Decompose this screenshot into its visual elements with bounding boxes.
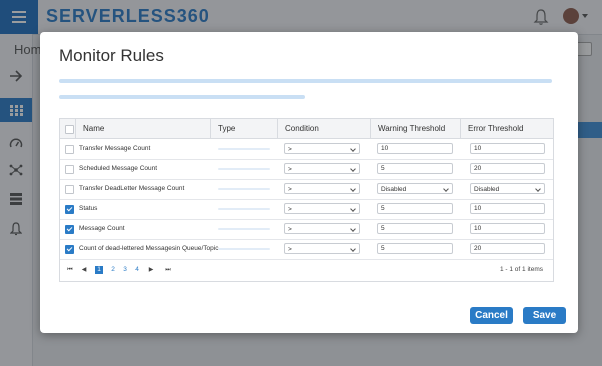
warning-threshold-value: 5: [381, 205, 385, 212]
rule-name: Scheduled Message Count: [79, 165, 158, 172]
rule-type-placeholder: [218, 188, 270, 190]
first-page-button[interactable]: ⏮: [66, 266, 74, 274]
column-header-name[interactable]: Name: [75, 119, 209, 138]
table-row: Scheduled Message Count >5 20: [60, 159, 553, 180]
chevron-down-icon: [350, 146, 356, 152]
previous-page-button[interactable]: ◀: [80, 266, 88, 274]
table-row: Transfer Message Count >10 10: [60, 139, 553, 160]
warning-threshold-input[interactable]: 5: [377, 243, 453, 254]
warning-threshold-value: 10: [381, 145, 389, 152]
condition-select[interactable]: >: [284, 223, 360, 234]
monitor-rules-grid: Name Type Condition Warning Threshold Er…: [59, 118, 554, 282]
error-threshold-input[interactable]: 20: [470, 163, 545, 174]
row-select-checkbox[interactable]: [65, 145, 74, 154]
row-select-checkbox[interactable]: [65, 165, 74, 174]
condition-value: >: [288, 146, 292, 153]
condition-value: >: [288, 186, 292, 193]
rule-name: Count of dead-lettered Messagesin Queue/…: [79, 245, 219, 252]
warning-threshold-input[interactable]: 10: [377, 143, 453, 154]
chevron-down-icon: [443, 186, 449, 192]
cancel-button[interactable]: Cancel: [470, 307, 513, 324]
last-page-button[interactable]: ⏭: [164, 266, 172, 274]
warning-threshold-input[interactable]: 5: [377, 223, 453, 234]
column-header-warning-threshold[interactable]: Warning Threshold: [370, 119, 460, 138]
warning-threshold-select[interactable]: Disabled: [377, 183, 453, 194]
grid-header: Name Type Condition Warning Threshold Er…: [60, 119, 553, 139]
error-threshold-value: 10: [474, 225, 482, 232]
table-row: Count of dead-lettered Messagesin Queue/…: [60, 239, 553, 260]
rule-type-placeholder: [218, 148, 270, 150]
error-threshold-value: 10: [474, 145, 482, 152]
loading-placeholder-bar-short: [59, 95, 305, 99]
chevron-down-icon: [350, 206, 356, 212]
error-threshold-input[interactable]: 20: [470, 243, 545, 254]
table-row: Transfer DeadLetter Message Count > Disabl…: [60, 179, 553, 200]
warning-threshold-value: Disabled: [381, 186, 407, 193]
chevron-down-icon: [350, 166, 356, 172]
rule-type-placeholder: [218, 228, 270, 230]
condition-value: >: [288, 206, 292, 213]
warning-threshold-input[interactable]: 5: [377, 163, 453, 174]
rule-type-placeholder: [218, 168, 270, 170]
error-threshold-value: 20: [474, 165, 482, 172]
pager-info: 1 - 1 of 1 items: [500, 266, 543, 273]
chevron-down-icon: [350, 226, 356, 232]
row-select-checkbox[interactable]: [65, 185, 74, 194]
column-header-condition[interactable]: Condition: [277, 119, 369, 138]
error-threshold-input[interactable]: 10: [470, 143, 545, 154]
page-2-button[interactable]: 2: [109, 266, 117, 274]
condition-value: >: [288, 166, 292, 173]
save-button[interactable]: Save: [523, 307, 566, 324]
error-threshold-select[interactable]: Disabled: [470, 183, 545, 194]
condition-value: >: [288, 246, 292, 253]
error-threshold-value: 10: [474, 205, 482, 212]
condition-select[interactable]: >: [284, 143, 360, 154]
loading-placeholder-bar: [59, 79, 552, 83]
error-threshold-input[interactable]: 10: [470, 223, 545, 234]
warning-threshold-input[interactable]: 5: [377, 203, 453, 214]
table-row: Status >5 10: [60, 199, 553, 220]
error-threshold-value: 20: [474, 245, 482, 252]
rule-name: Transfer Message Count: [79, 145, 151, 152]
chevron-down-icon: [350, 246, 356, 252]
rule-type-placeholder: [218, 208, 270, 210]
condition-select[interactable]: >: [284, 163, 360, 174]
rule-name: Status: [79, 205, 98, 212]
row-select-checkbox[interactable]: [65, 205, 74, 214]
warning-threshold-value: 5: [381, 245, 385, 252]
select-all-checkbox[interactable]: [65, 125, 74, 134]
condition-select[interactable]: >: [284, 203, 360, 214]
chevron-down-icon: [350, 186, 356, 192]
rule-name: Message Count: [79, 225, 125, 232]
column-header-error-threshold[interactable]: Error Threshold: [460, 119, 553, 138]
condition-select[interactable]: >: [284, 183, 360, 194]
error-threshold-value: Disabled: [474, 186, 500, 193]
column-header-type[interactable]: Type: [210, 119, 277, 138]
rule-type-placeholder: [218, 248, 270, 250]
page-1-button[interactable]: 1: [95, 266, 103, 274]
grid-pager: ⏮ ◀ 1 2 3 4 ▶ ⏭ 1 - 1 of 1 items: [60, 259, 553, 281]
row-select-checkbox[interactable]: [65, 245, 74, 254]
dialog-title: Monitor Rules: [59, 46, 164, 65]
rule-name: Transfer DeadLetter Message Count: [79, 185, 185, 192]
row-select-checkbox[interactable]: [65, 225, 74, 234]
condition-value: >: [288, 226, 292, 233]
page-4-button[interactable]: 4: [133, 266, 141, 274]
page-3-button[interactable]: 3: [121, 266, 129, 274]
next-page-button[interactable]: ▶: [147, 266, 155, 274]
chevron-down-icon: [535, 186, 541, 192]
error-threshold-input[interactable]: 10: [470, 203, 545, 214]
warning-threshold-value: 5: [381, 225, 385, 232]
table-row: Message Count >5 10: [60, 219, 553, 240]
monitor-rules-dialog: Monitor Rules Name Type Condition Warnin…: [40, 32, 578, 333]
condition-select[interactable]: >: [284, 243, 360, 254]
warning-threshold-value: 5: [381, 165, 385, 172]
